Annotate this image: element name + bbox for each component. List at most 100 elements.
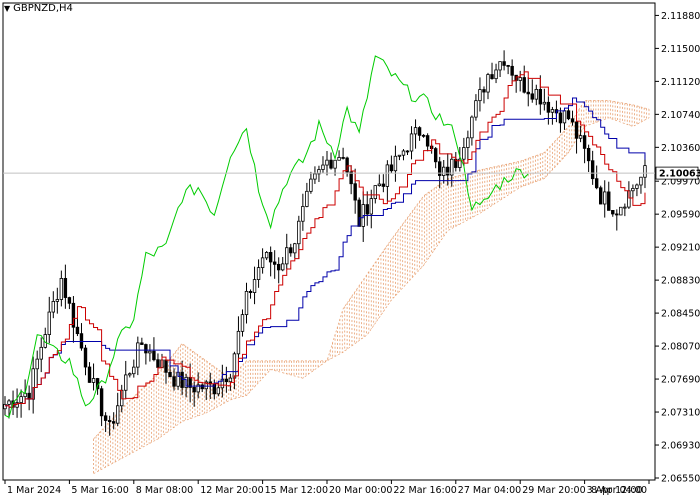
candle	[389, 155, 394, 173]
candle-body	[542, 101, 547, 105]
candle-body	[615, 213, 619, 216]
candle-body	[333, 159, 337, 169]
candle	[87, 362, 92, 383]
candle-body	[562, 110, 567, 124]
time-tick-label: 22 Mar 16:00	[393, 485, 456, 496]
candle	[522, 65, 526, 94]
candle	[256, 259, 261, 288]
candle	[59, 270, 64, 307]
candle-body	[164, 359, 168, 373]
candle	[260, 248, 265, 274]
candle-body	[570, 118, 575, 123]
candle	[244, 282, 249, 324]
symbol-label: ▼ GBPNZD,H4	[4, 3, 73, 14]
candle	[285, 233, 289, 270]
candle-body	[433, 148, 438, 163]
candle	[75, 316, 80, 337]
candle-body	[252, 279, 257, 293]
candle	[586, 144, 591, 173]
price-tick-label: 2.11120	[661, 77, 700, 88]
candle	[433, 146, 438, 169]
time-tick-label: 8 Apr 04:00	[591, 485, 647, 496]
candle	[51, 291, 55, 319]
candle	[518, 70, 522, 92]
candle	[281, 256, 285, 272]
tenkan-sen-line	[5, 71, 646, 408]
candle-body	[470, 116, 474, 139]
time-tick-label: 1 Mar 2024	[7, 485, 61, 496]
candle	[144, 343, 148, 365]
candle-body	[578, 135, 583, 139]
candle-body	[522, 77, 526, 93]
candle-body	[373, 185, 377, 200]
candle	[289, 243, 293, 257]
candle-body	[526, 91, 530, 95]
candle-body	[639, 176, 643, 186]
candle-body	[107, 420, 112, 422]
candle-body	[67, 297, 72, 304]
candle	[35, 350, 39, 385]
candle	[417, 126, 422, 141]
candle-body	[87, 366, 92, 383]
candle-body	[599, 187, 603, 205]
candle-body	[124, 374, 128, 391]
candle-body	[506, 64, 510, 67]
candle	[611, 210, 615, 217]
candle	[268, 246, 273, 277]
candle-body	[611, 210, 615, 215]
time-tick-label: 5 Mar 16:00	[71, 485, 128, 496]
candle-body	[462, 147, 466, 160]
price-tick-label: 2.09590	[661, 210, 700, 221]
candle-body	[442, 166, 446, 176]
candle-body	[353, 183, 357, 201]
candle	[369, 189, 373, 229]
candle-body	[494, 69, 498, 80]
time-tick-label: 29 Mar 20:00	[522, 485, 585, 496]
current-price-label: 2.10063	[659, 169, 700, 180]
candle-body	[47, 311, 51, 335]
candle-body	[365, 204, 369, 215]
candle-body	[409, 133, 414, 152]
candle-body	[3, 404, 7, 410]
candle-body	[313, 173, 317, 180]
candle	[530, 79, 534, 103]
candle	[128, 372, 132, 378]
candle-body	[297, 220, 301, 245]
candle-body	[309, 178, 313, 192]
candle	[43, 327, 47, 349]
chart-canvas[interactable]: 2.118802.115002.111202.107402.103602.099…	[0, 0, 700, 500]
candle	[325, 151, 329, 176]
candle	[309, 171, 313, 194]
candle	[413, 119, 418, 149]
candle	[470, 115, 474, 146]
chart-window[interactable]: 2.11880 2.11500 2.11120 2.10740 2.10360 2.099…	[0, 0, 700, 500]
candle-body	[168, 371, 172, 378]
candle-body	[421, 134, 426, 137]
symbol-timeframe-text: GBPNZD,H4	[13, 3, 73, 14]
candle-body	[75, 326, 80, 335]
candle	[27, 385, 31, 411]
candle-body	[103, 415, 108, 421]
candle	[272, 250, 277, 279]
candle-body	[35, 358, 39, 370]
candle-body	[116, 405, 120, 424]
candle-body	[136, 342, 140, 368]
price-axis: 2.118802.115002.111202.107402.103602.099…	[655, 11, 700, 485]
candle-body	[216, 387, 221, 395]
candle-body	[276, 263, 281, 271]
candle-body	[466, 137, 470, 148]
candle	[240, 309, 245, 337]
candle-body	[482, 89, 486, 93]
candle-body	[144, 344, 148, 354]
candle-body	[63, 278, 68, 298]
price-tick-label: 2.07690	[661, 375, 700, 386]
candle	[91, 363, 96, 391]
candle-body	[385, 164, 390, 187]
candle-body	[244, 290, 249, 316]
dropdown-triangle-icon[interactable]: ▼	[4, 4, 10, 13]
candle	[276, 257, 281, 284]
candle	[224, 366, 229, 393]
candle-body	[285, 247, 289, 265]
candle	[590, 150, 595, 185]
candle-body	[99, 388, 104, 417]
